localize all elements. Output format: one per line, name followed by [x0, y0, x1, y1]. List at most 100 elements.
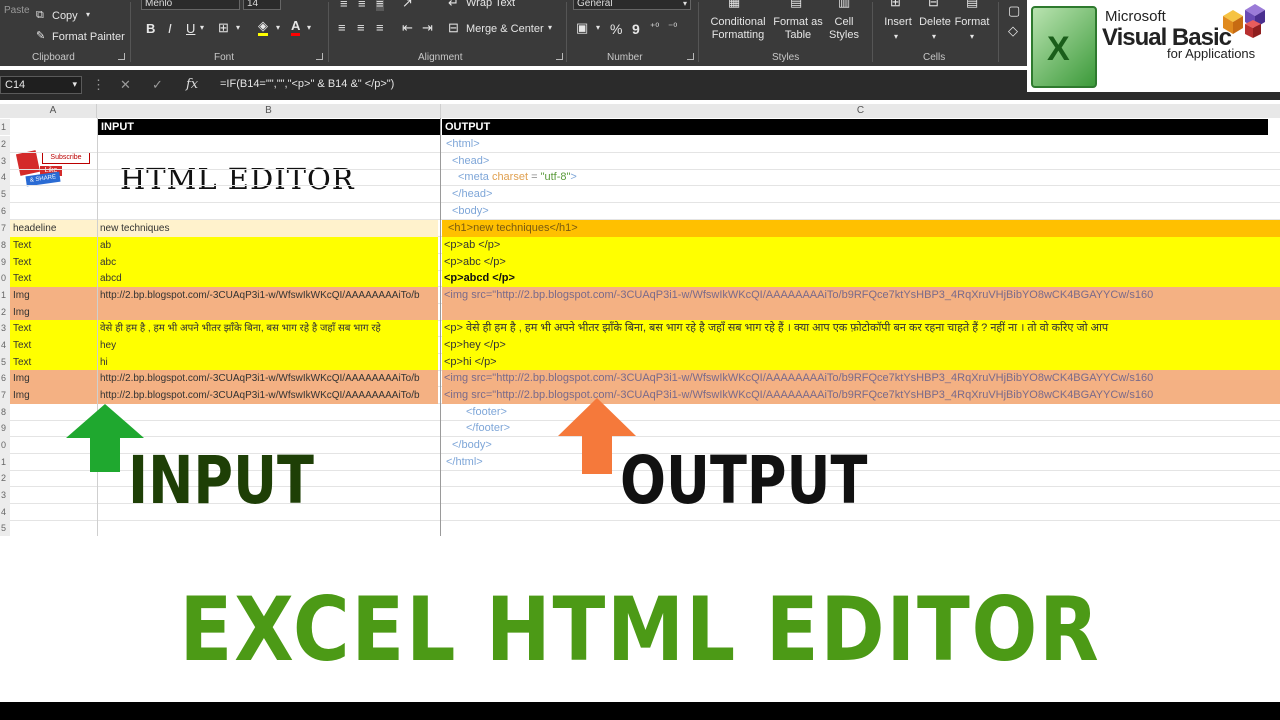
autosum-icon[interactable]: ▢ — [1008, 4, 1020, 18]
cell-type[interactable] — [12, 186, 96, 203]
col-header-b[interactable]: B — [97, 104, 441, 118]
row-number[interactable]: 0 — [0, 270, 10, 287]
cell-output[interactable]: <p>ab </p> — [442, 237, 1280, 254]
cell-input[interactable] — [98, 136, 438, 153]
cell-output[interactable]: <p>abcd </p> — [442, 270, 1280, 287]
row-number[interactable]: 2 — [0, 304, 10, 321]
cell-input[interactable] — [98, 520, 438, 536]
cell-type[interactable] — [12, 203, 96, 220]
font-color-icon[interactable]: A — [291, 19, 301, 36]
clear-icon[interactable]: ◇ — [1008, 24, 1018, 38]
cell-type[interactable]: Text — [10, 254, 97, 271]
align-left-icon[interactable]: ≡ — [338, 21, 346, 35]
row-number[interactable]: 7 — [0, 220, 10, 237]
row-number[interactable]: 8 — [0, 237, 10, 254]
bold-button[interactable]: B — [146, 21, 155, 36]
underline-dropdown-icon[interactable]: ▾ — [200, 23, 204, 32]
comma-button[interactable]: 9 — [632, 21, 640, 37]
row-number[interactable]: 8 — [0, 404, 10, 421]
row-number[interactable]: 6 — [0, 370, 10, 387]
alignment-launcher-icon[interactable] — [556, 53, 563, 60]
font-launcher-icon[interactable] — [316, 53, 323, 60]
cell-output[interactable] — [442, 304, 1280, 321]
merge-center-button[interactable]: Merge & Center — [466, 23, 544, 35]
borders-dropdown-icon[interactable]: ▾ — [236, 23, 240, 32]
clipboard-launcher-icon[interactable] — [118, 53, 125, 60]
cell-input[interactable]: new techniques — [98, 220, 438, 237]
orientation-icon[interactable]: ↗ — [402, 0, 413, 10]
cell-input[interactable]: hey — [98, 337, 438, 354]
cell-type[interactable]: headeline — [10, 220, 97, 237]
cell-input[interactable]: http://2.bp.blogspot.com/-3CUAqP3i1-w/Wf… — [98, 370, 438, 387]
align-right-icon[interactable]: ≡ — [376, 21, 384, 35]
row-number[interactable]: 4 — [0, 504, 10, 521]
number-format-combo[interactable]: General ▾ — [573, 0, 691, 10]
cell-input[interactable]: abc — [98, 254, 438, 271]
font-name-combo[interactable]: Menlo — [141, 0, 240, 10]
conditional-formatting-button[interactable]: Conditional Formatting — [704, 16, 772, 42]
row-number[interactable]: 5 — [0, 186, 10, 203]
row-number[interactable]: 1 — [0, 454, 10, 471]
format-as-table-button[interactable]: Format as Table — [770, 16, 826, 42]
row-number[interactable]: 3 — [0, 153, 10, 170]
output-header-cell[interactable]: OUTPUT — [442, 119, 1268, 135]
name-box[interactable]: C14 ▾ — [0, 76, 82, 94]
cell-type[interactable]: Text — [10, 337, 97, 354]
row-number[interactable]: 2 — [0, 136, 10, 153]
row-number[interactable]: 4 — [0, 169, 10, 186]
format-cells-button[interactable]: Format — [952, 16, 992, 29]
cell-input[interactable]: http://2.bp.blogspot.com/-3CUAqP3i1-w/Wf… — [98, 387, 438, 404]
cell-input[interactable] — [98, 186, 438, 203]
cell-input[interactable]: वेसे ही हम है , हम भी अपने भीतर झाँके बि… — [98, 320, 438, 337]
cell-type[interactable]: Img — [10, 304, 97, 321]
cell-input[interactable] — [98, 203, 438, 220]
cell-input[interactable]: http://2.bp.blogspot.com/-3CUAqP3i1-w/Wf… — [98, 287, 438, 304]
align-bottom-icon[interactable]: ≡ — [376, 0, 384, 11]
cell-input[interactable] — [98, 153, 438, 170]
row-number[interactable]: 7 — [0, 387, 10, 404]
row-number[interactable]: 5 — [0, 354, 10, 371]
cell-output[interactable]: <p>abc </p> — [442, 254, 1280, 271]
fill-dropdown-icon[interactable]: ▾ — [276, 23, 280, 32]
underline-button[interactable]: U — [186, 21, 195, 36]
cell-input[interactable] — [98, 420, 438, 437]
align-center-icon[interactable]: ≡ — [357, 21, 365, 35]
cell-type[interactable] — [12, 520, 96, 536]
cell-type[interactable]: Text — [10, 270, 97, 287]
row-number[interactable]: 6 — [0, 203, 10, 220]
increase-indent-icon[interactable]: ⇥ — [422, 21, 433, 35]
cell-output[interactable]: </head> — [442, 186, 1280, 203]
cell-type[interactable]: Img — [10, 370, 97, 387]
row-number[interactable]: 3 — [0, 320, 10, 337]
cell-type[interactable]: Text — [10, 237, 97, 254]
row-number[interactable]: 1 — [0, 287, 10, 304]
cell-input[interactable] — [98, 304, 438, 321]
increase-decimal-icon[interactable]: ⁺⁰ — [650, 21, 659, 35]
cell-input[interactable]: ab — [98, 237, 438, 254]
cell-type[interactable]: Text — [10, 320, 97, 337]
fill-color-icon[interactable]: ◈ — [258, 19, 268, 36]
percent-button[interactable]: % — [610, 21, 622, 37]
cell-input[interactable]: hi — [98, 354, 438, 371]
italic-button[interactable]: I — [168, 21, 172, 36]
cell-output[interactable]: <p>hi </p> — [442, 354, 1280, 371]
cell-type[interactable]: Text — [10, 354, 97, 371]
cell-type[interactable] — [12, 504, 96, 521]
wrap-text-button[interactable]: Wrap Text — [466, 0, 515, 9]
cell-type[interactable] — [12, 487, 96, 504]
cell-output[interactable]: <body> — [442, 203, 1280, 220]
borders-icon[interactable]: ⊞ — [218, 21, 229, 35]
cell-output[interactable]: <head> — [442, 153, 1280, 170]
formula-input[interactable]: =IF(B14="","","<p>" & B14 &" </p>") — [220, 78, 394, 90]
cell-type[interactable] — [12, 136, 96, 153]
row-number[interactable]: 3 — [0, 487, 10, 504]
insert-function-icon[interactable]: fx — [186, 77, 198, 92]
cell-input[interactable] — [98, 404, 438, 421]
cell-input[interactable] — [98, 169, 438, 186]
paste-icon[interactable]: Paste — [4, 4, 30, 18]
enter-icon[interactable]: ✓ — [152, 77, 163, 93]
cell-output[interactable]: <p>hey </p> — [442, 337, 1280, 354]
cell-type[interactable] — [12, 169, 96, 186]
cell-output[interactable]: <img src="http://2.bp.blogspot.com/-3CUA… — [442, 287, 1280, 304]
row-number[interactable]: 0 — [0, 437, 10, 454]
